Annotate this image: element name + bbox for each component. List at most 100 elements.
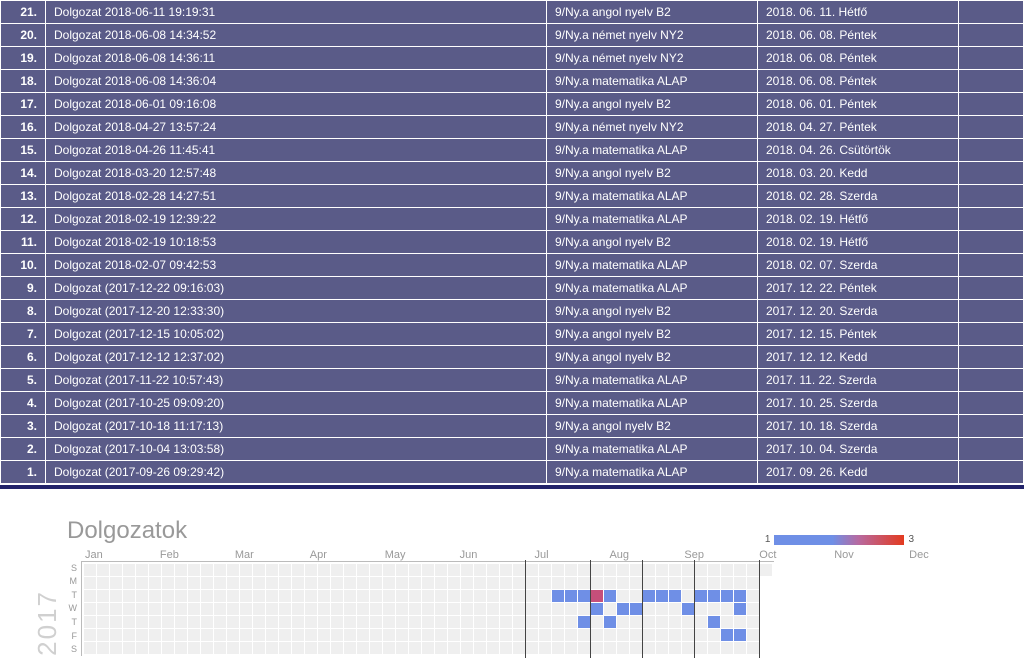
heatmap-cell[interactable] — [201, 603, 213, 615]
table-row[interactable]: 19.Dolgozat 2018-06-08 14:36:119/Ny.a né… — [1, 47, 1023, 69]
heatmap-cell[interactable] — [331, 564, 343, 576]
heatmap-cell[interactable] — [513, 603, 525, 615]
heatmap-cell[interactable] — [266, 603, 278, 615]
heatmap-cell[interactable] — [318, 590, 330, 602]
heatmap-cell[interactable] — [734, 616, 746, 628]
heatmap-cell[interactable] — [682, 590, 694, 602]
heatmap-cell[interactable] — [409, 590, 421, 602]
heatmap-cell[interactable] — [201, 629, 213, 641]
heatmap-cell[interactable] — [747, 590, 759, 602]
heatmap-cell[interactable] — [747, 616, 759, 628]
heatmap-cell[interactable] — [630, 577, 642, 589]
heatmap-cell[interactable] — [318, 616, 330, 628]
heatmap-cell[interactable] — [708, 616, 720, 628]
heatmap-cell[interactable] — [136, 564, 148, 576]
heatmap-cell[interactable] — [396, 577, 408, 589]
heatmap-cell[interactable] — [526, 590, 538, 602]
heatmap-cell[interactable] — [435, 590, 447, 602]
heatmap-cell[interactable] — [617, 564, 629, 576]
heatmap-cell[interactable] — [565, 642, 577, 654]
heatmap-cell[interactable] — [474, 564, 486, 576]
heatmap-cell[interactable] — [591, 629, 603, 641]
heatmap-cell[interactable] — [487, 603, 499, 615]
heatmap-cell[interactable] — [123, 590, 135, 602]
heatmap-cell[interactable] — [643, 629, 655, 641]
heatmap-cell[interactable] — [305, 590, 317, 602]
heatmap-cell[interactable] — [318, 603, 330, 615]
heatmap-cell[interactable] — [565, 616, 577, 628]
heatmap-cell[interactable] — [448, 564, 460, 576]
heatmap-cell[interactable] — [188, 564, 200, 576]
heatmap-cell[interactable] — [370, 590, 382, 602]
heatmap-cell[interactable] — [617, 590, 629, 602]
heatmap-cell[interactable] — [188, 616, 200, 628]
heatmap-cell[interactable] — [422, 616, 434, 628]
heatmap-cell[interactable] — [448, 577, 460, 589]
heatmap-cell[interactable] — [279, 629, 291, 641]
heatmap-cell[interactable] — [123, 642, 135, 654]
heatmap-cell[interactable] — [422, 590, 434, 602]
heatmap-cell[interactable] — [344, 642, 356, 654]
heatmap-cell[interactable] — [539, 616, 551, 628]
heatmap-cell[interactable] — [214, 564, 226, 576]
heatmap-cell[interactable] — [149, 577, 161, 589]
table-row[interactable]: 9.Dolgozat (2017-12-22 09:16:03)9/Ny.a m… — [1, 277, 1023, 299]
heatmap-cell[interactable] — [409, 629, 421, 641]
heatmap-cell[interactable] — [279, 564, 291, 576]
heatmap-cell[interactable] — [84, 642, 96, 654]
table-row[interactable]: 7.Dolgozat (2017-12-15 10:05:02)9/Ny.a a… — [1, 323, 1023, 345]
heatmap-cell[interactable] — [617, 629, 629, 641]
heatmap-cell[interactable] — [305, 629, 317, 641]
heatmap-cell[interactable] — [539, 564, 551, 576]
heatmap-cell[interactable] — [292, 642, 304, 654]
heatmap-cell[interactable] — [656, 564, 668, 576]
heatmap-cell[interactable] — [708, 642, 720, 654]
heatmap-cell[interactable] — [461, 590, 473, 602]
heatmap-cell[interactable] — [617, 603, 629, 615]
heatmap-cell[interactable] — [188, 642, 200, 654]
heatmap-cell[interactable] — [630, 629, 642, 641]
heatmap-cell[interactable] — [591, 603, 603, 615]
heatmap-cell[interactable] — [357, 590, 369, 602]
heatmap-cell[interactable] — [734, 642, 746, 654]
heatmap-cell[interactable] — [500, 577, 512, 589]
heatmap-cell[interactable] — [383, 577, 395, 589]
heatmap-cell[interactable] — [448, 616, 460, 628]
heatmap-cell[interactable] — [760, 564, 772, 576]
heatmap-cell[interactable] — [370, 642, 382, 654]
heatmap-cell[interactable] — [279, 577, 291, 589]
heatmap-cell[interactable] — [487, 564, 499, 576]
heatmap-cell[interactable] — [422, 603, 434, 615]
heatmap-cell[interactable] — [123, 603, 135, 615]
table-row[interactable]: 15.Dolgozat 2018-04-26 11:45:419/Ny.a ma… — [1, 139, 1023, 161]
heatmap-cell[interactable] — [604, 642, 616, 654]
heatmap-cell[interactable] — [370, 629, 382, 641]
table-row[interactable]: 13.Dolgozat 2018-02-28 14:27:519/Ny.a ma… — [1, 185, 1023, 207]
heatmap-cell[interactable] — [162, 629, 174, 641]
heatmap-cell[interactable] — [552, 577, 564, 589]
heatmap-cell[interactable] — [175, 629, 187, 641]
heatmap-cell[interactable] — [383, 590, 395, 602]
heatmap-cell[interactable] — [695, 577, 707, 589]
heatmap-cell[interactable] — [461, 603, 473, 615]
heatmap-cell[interactable] — [565, 590, 577, 602]
table-row[interactable]: 4.Dolgozat (2017-10-25 09:09:20)9/Ny.a m… — [1, 392, 1023, 414]
heatmap-cell[interactable] — [240, 590, 252, 602]
heatmap-cell[interactable] — [656, 642, 668, 654]
heatmap-cell[interactable] — [669, 616, 681, 628]
heatmap-cell[interactable] — [370, 616, 382, 628]
heatmap-cell[interactable] — [97, 577, 109, 589]
heatmap-cell[interactable] — [227, 642, 239, 654]
heatmap-cell[interactable] — [695, 616, 707, 628]
heatmap-cell[interactable] — [604, 616, 616, 628]
heatmap-cell[interactable] — [279, 603, 291, 615]
heatmap-cell[interactable] — [149, 564, 161, 576]
heatmap-cell[interactable] — [214, 642, 226, 654]
heatmap-cell[interactable] — [97, 616, 109, 628]
heatmap-cell[interactable] — [162, 590, 174, 602]
heatmap-cell[interactable] — [682, 616, 694, 628]
heatmap-cell[interactable] — [526, 642, 538, 654]
heatmap-cell[interactable] — [383, 629, 395, 641]
heatmap-cell[interactable] — [331, 629, 343, 641]
heatmap-cell[interactable] — [253, 642, 265, 654]
